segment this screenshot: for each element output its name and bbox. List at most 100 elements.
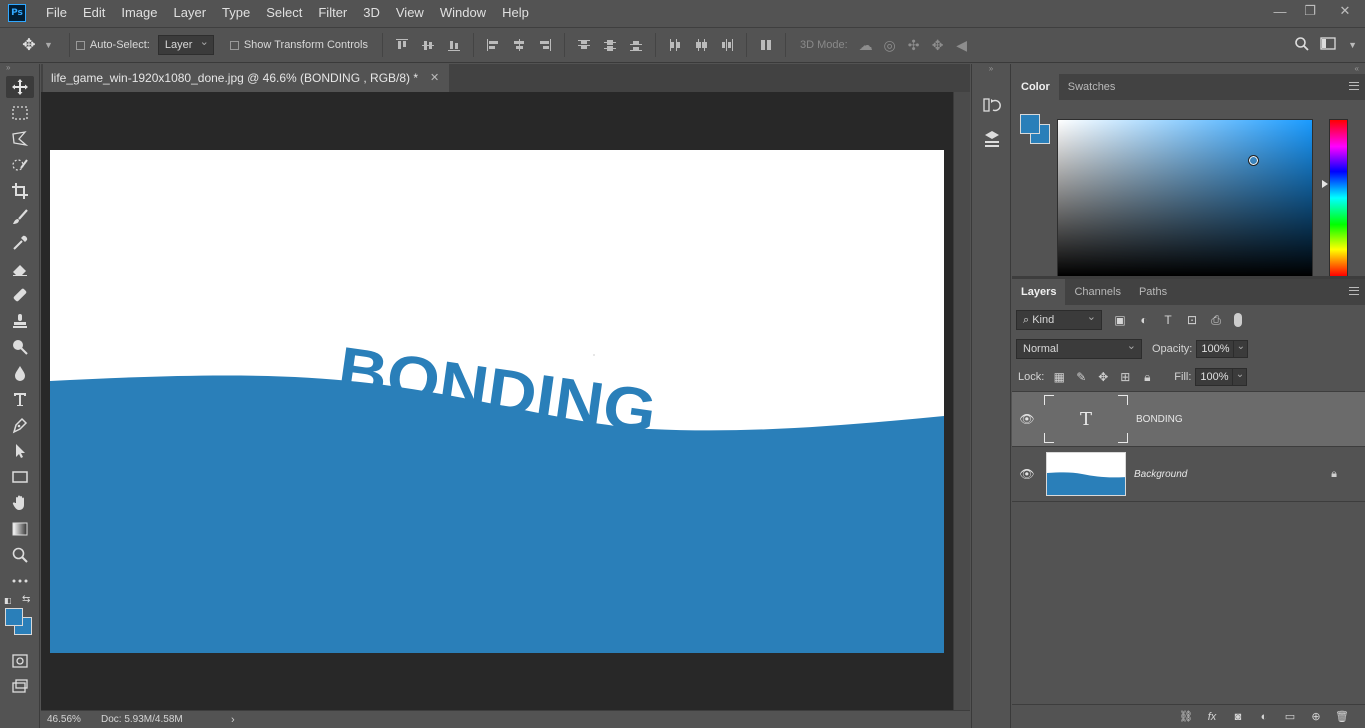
chevron-right-icon[interactable]: › [231,714,235,726]
panel-menu-icon[interactable] [1349,82,1359,90]
layer-name[interactable]: BONDING [1136,414,1183,425]
background-layer-thumbnail[interactable] [1046,452,1126,496]
workspace-icon[interactable] [1320,36,1338,54]
blur-tool[interactable] [0,360,40,386]
default-colors-icon[interactable]: ◧ [4,596,14,606]
distribute-top-icon[interactable] [573,37,595,53]
hue-slider-marker[interactable] [1322,180,1328,188]
menu-file[interactable]: File [38,0,75,26]
marquee-tool[interactable] [0,100,40,126]
lock-artboard-icon[interactable]: ⊞ [1114,370,1136,384]
chevron-down-icon[interactable]: ▼ [44,40,53,50]
menu-view[interactable]: View [388,0,432,26]
auto-align-icon[interactable] [755,37,777,53]
align-hcenter-icon[interactable] [508,37,530,53]
tab-color[interactable]: Color [1012,74,1059,100]
menu-layer[interactable]: Layer [166,0,215,26]
quick-select-tool[interactable] [0,152,40,178]
canvas-area[interactable]: BONDING [41,92,953,710]
lock-all-icon[interactable]: 🔒︎ [1136,370,1158,385]
eyedropper-tool[interactable] [0,230,40,256]
foreground-color-swatch[interactable] [5,608,23,626]
layer-row[interactable]: 👁︎ Background 🔒︎ [1012,447,1365,502]
align-top-icon[interactable] [391,37,413,53]
eraser-tool[interactable] [0,256,40,282]
filter-kind-dropdown[interactable]: ⌕ Kind [1016,308,1102,330]
filter-shape-icon[interactable]: ⊡ [1180,313,1204,327]
distribute-bottom-icon[interactable] [625,37,647,53]
chevron-down-icon[interactable]: ⌄ [1233,368,1248,386]
document-tab[interactable]: life_game_win-1920x1080_done.jpg @ 46.6%… [43,64,450,92]
zoom-level[interactable]: 46.56% [41,714,101,725]
lasso-tool[interactable] [0,126,40,152]
distribute-hcenter-icon[interactable] [690,37,712,53]
distribute-right-icon[interactable] [716,37,738,53]
restore-icon[interactable]: ❐ [1295,0,1325,22]
document-canvas[interactable]: BONDING [50,150,944,653]
stamp-tool[interactable] [0,308,40,334]
opacity-field[interactable]: 100% [1196,340,1235,358]
move-tool[interactable] [0,74,40,100]
dodge-tool[interactable] [0,334,40,360]
visibility-eye-icon[interactable]: 👁︎ [1012,412,1042,426]
3d-roll-icon[interactable]: ◎ [878,37,902,54]
close-icon[interactable]: ✕ [430,64,439,92]
healing-tool[interactable] [0,282,40,308]
menu-select[interactable]: Select [258,0,310,26]
3d-slide-icon[interactable]: ✥ [926,37,950,54]
tab-layers[interactable]: Layers [1012,279,1066,305]
rectangle-tool[interactable] [0,464,40,490]
collapse-arrows-icon[interactable]: « [1012,64,1365,74]
filter-smart-object-icon[interactable]: ⎙ [1204,313,1228,328]
lock-image-icon[interactable]: ✎ [1070,370,1092,384]
lock-position-icon[interactable]: ✥ [1092,370,1114,384]
crop-tool[interactable] [0,178,40,204]
search-icon[interactable] [1294,36,1310,55]
3d-pan-icon[interactable]: ✣ [902,37,926,54]
path-select-tool[interactable] [0,438,40,464]
adjustment-layer-icon[interactable]: ◐ [1253,711,1275,723]
distribute-vcenter-icon[interactable] [599,37,621,53]
saturation-brightness-picker[interactable] [1057,119,1313,277]
blend-mode-dropdown[interactable]: Normal [1016,337,1142,359]
photoshop-logo-icon[interactable]: Ps [8,4,26,22]
move-tool-preset-icon[interactable]: ✥ [14,35,44,55]
align-vcenter-icon[interactable] [417,37,439,53]
close-window-icon[interactable]: ✕ [1325,0,1365,22]
hand-tool[interactable] [0,490,40,516]
filter-toggle[interactable] [1234,313,1242,327]
3d-orbit-icon[interactable]: ☁ [854,37,878,54]
auto-select-target-dropdown[interactable]: Layer [157,33,214,55]
panel-menu-icon[interactable] [1349,287,1359,295]
tab-paths[interactable]: Paths [1130,279,1176,305]
chevron-down-icon[interactable]: ▼ [1348,40,1357,50]
menu-filter[interactable]: Filter [310,0,355,26]
filter-pixel-icon[interactable]: ▣ [1108,313,1132,327]
tab-swatches[interactable]: Swatches [1059,74,1125,100]
chevron-down-icon[interactable]: ⌄ [1234,340,1249,358]
properties-panel-button[interactable] [972,122,1012,156]
swap-colors-icon[interactable]: ⇆ [22,594,30,605]
trash-icon[interactable]: 🗑︎ [1331,710,1353,723]
layer-name[interactable]: Background [1134,469,1187,480]
add-mask-icon[interactable]: ◙ [1227,711,1249,723]
layer-row[interactable]: 👁︎ T BONDING [1012,392,1365,447]
text-layer-thumbnail[interactable]: T [1044,395,1128,443]
menu-image[interactable]: Image [113,0,165,26]
align-right-icon[interactable] [534,37,556,53]
fx-icon[interactable]: fx [1201,711,1223,723]
menu-window[interactable]: Window [432,0,494,26]
filter-type-icon[interactable]: T [1156,313,1180,327]
foreground-color-swatch[interactable] [1020,114,1040,134]
menu-3d[interactable]: 3D [355,0,388,26]
filter-adjustment-icon[interactable]: ◐ [1132,313,1156,327]
align-bottom-icon[interactable] [443,37,465,53]
vertical-scrollbar[interactable] [953,92,970,710]
menu-edit[interactable]: Edit [75,0,113,26]
type-tool[interactable] [0,386,40,412]
menu-help[interactable]: Help [494,0,537,26]
align-left-icon[interactable] [482,37,504,53]
fill-field[interactable]: 100% [1195,368,1234,386]
pen-tool[interactable] [0,412,40,438]
distribute-left-icon[interactable] [664,37,686,53]
